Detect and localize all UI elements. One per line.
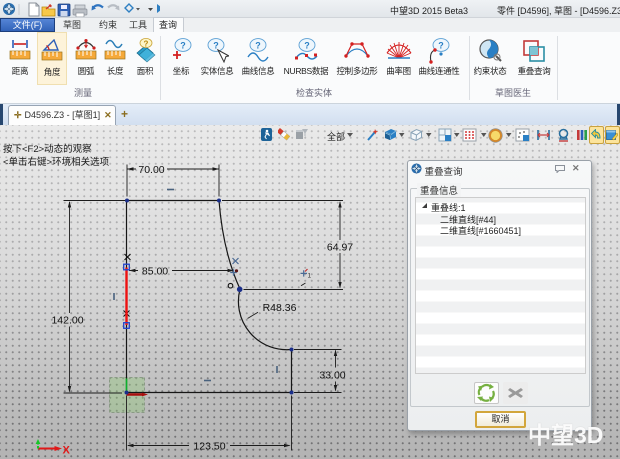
svg-text:?: ? [180,41,186,51]
svg-text:R48.36: R48.36 [263,302,297,314]
svg-text:70.00: 70.00 [138,164,164,176]
svg-text:1: 1 [308,273,312,280]
svg-text:?: ? [304,41,310,51]
svg-text:142.00: 142.00 [51,314,83,326]
svg-text:?: ? [144,39,149,48]
svg-text:?: ? [213,41,219,51]
svg-text:?: ? [438,41,444,51]
svg-text:33.00: 33.00 [319,369,345,381]
svg-text:123.50: 123.50 [193,440,225,452]
svg-text:X: X [63,445,71,457]
svg-text:85.00: 85.00 [142,265,168,277]
svg-text:64.97: 64.97 [327,241,353,253]
svg-text:?: ? [255,41,261,51]
